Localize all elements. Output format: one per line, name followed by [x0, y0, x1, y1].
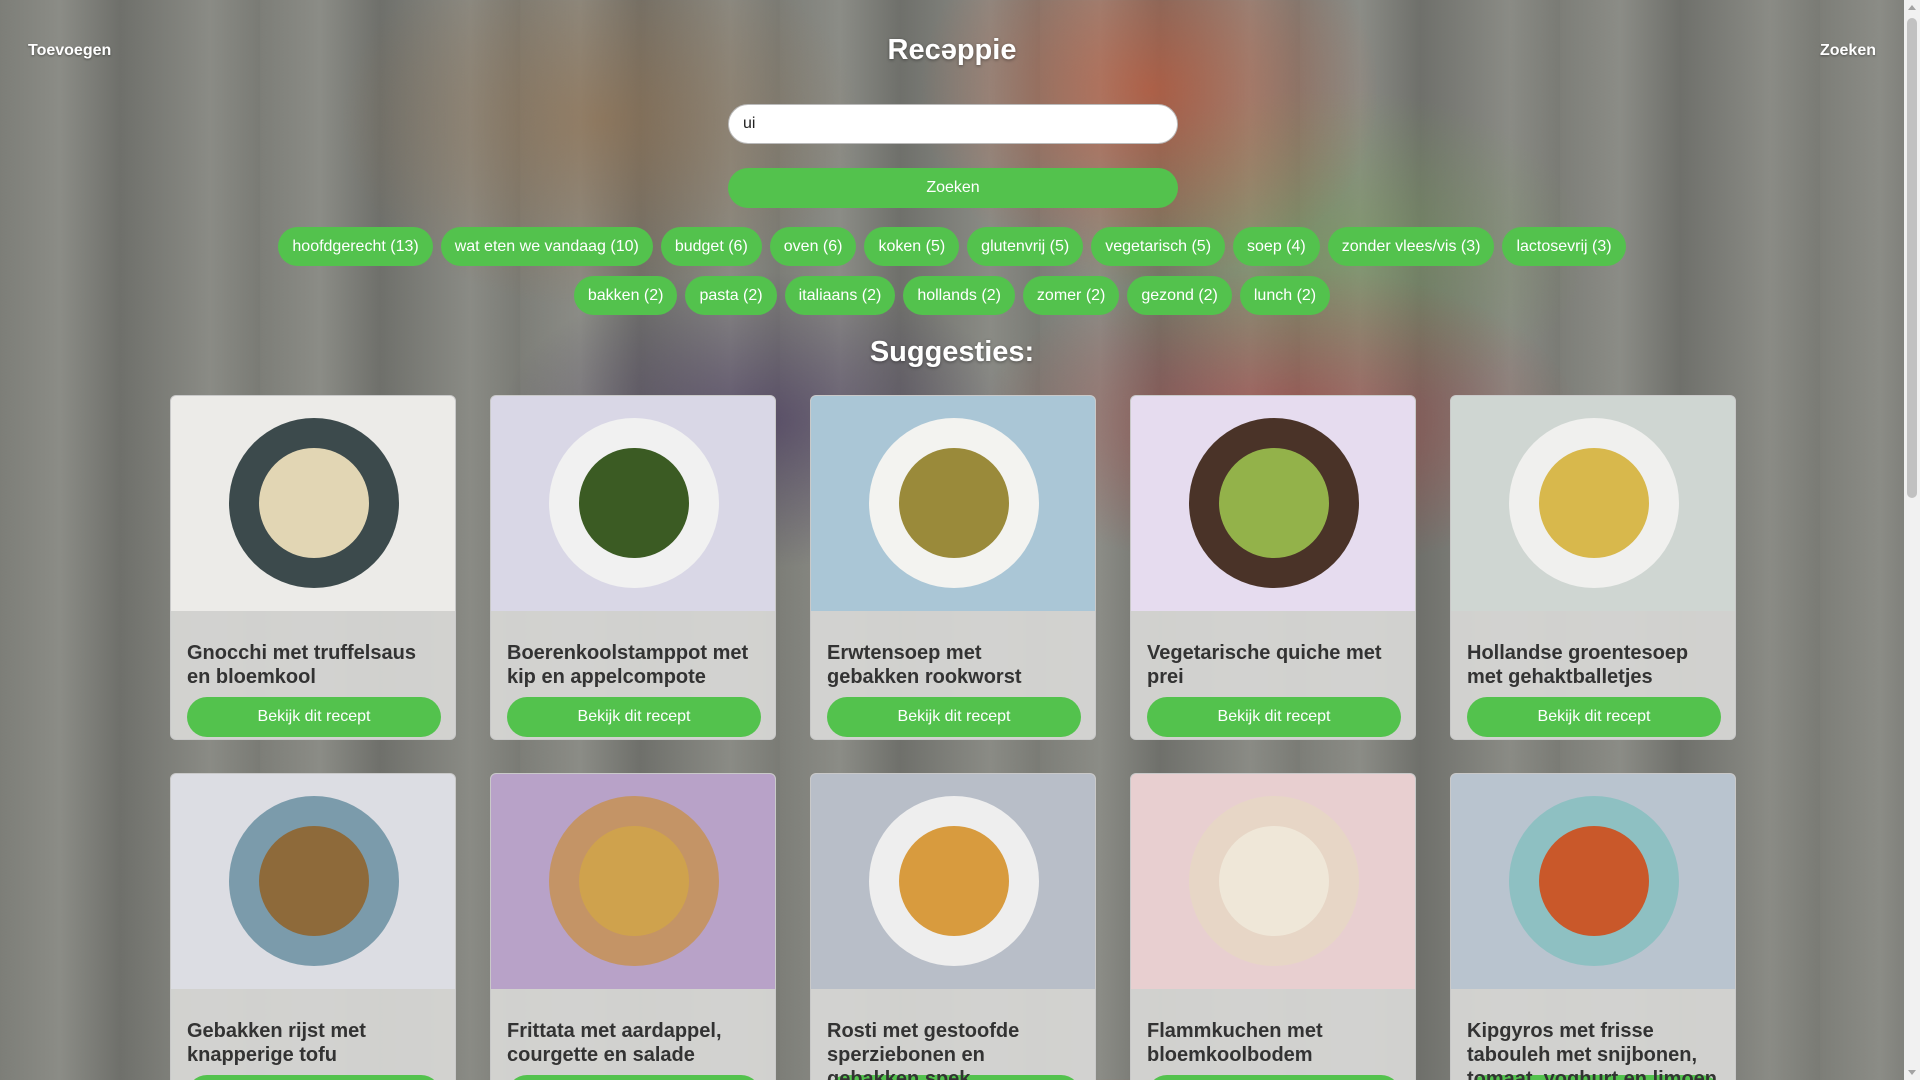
scroll-up-icon[interactable]	[1908, 5, 1916, 10]
view-recipe-button[interactable]: Bekijk dit recept	[187, 1075, 441, 1080]
food-shape	[1219, 826, 1329, 936]
tag-chip[interactable]: gezond (2)	[1127, 276, 1232, 315]
tag-chip[interactable]: zonder vlees/vis (3)	[1327, 227, 1495, 266]
tag-chip[interactable]: glutenvrij (5)	[967, 227, 1084, 266]
view-recipe-button[interactable]: Bekijk dit recept	[187, 697, 441, 737]
tag-chip[interactable]: lunch (2)	[1239, 276, 1331, 315]
recipe-card: Gnocchi met truffelsaus en bloemkool Beki…	[170, 395, 456, 740]
tag-chip[interactable]: hollands (2)	[903, 276, 1015, 315]
recipe-title: Boerenkoolstamppot met kip en appelcompo…	[507, 642, 749, 688]
recipe-image[interactable]	[1131, 396, 1415, 611]
recipe-image[interactable]	[491, 396, 775, 611]
view-recipe-button[interactable]: Bekijk dit recept	[1467, 697, 1721, 737]
recipe-title: Frittata met aardappel, courgette en sal…	[507, 1020, 722, 1066]
recipe-card: Frittata met aardappel, courgette en sal…	[490, 773, 776, 1080]
scroll-down-icon[interactable]	[1908, 1070, 1916, 1075]
recipe-card: Boerenkoolstamppot met kip en appelcompo…	[490, 395, 776, 740]
recipe-card: Flammkuchen met bloemkoolbodem Bekijk dit…	[1130, 773, 1416, 1080]
suggestions-heading: Suggesties:	[869, 336, 1035, 368]
recipe-title: Gebakken rijst met knapperige tofu	[187, 1020, 366, 1066]
tag-chip[interactable]: vegetarisch (5)	[1091, 227, 1226, 266]
tag-chip[interactable]: pasta (2)	[685, 276, 777, 315]
recipe-image[interactable]	[171, 774, 455, 989]
view-recipe-button[interactable]: Bekijk dit recept	[507, 697, 761, 737]
search-form: Zoeken	[728, 104, 1178, 208]
recipe-image[interactable]	[491, 774, 775, 989]
food-shape	[1219, 448, 1329, 558]
tag-chip[interactable]: lactosevrij (3)	[1502, 227, 1626, 266]
tag-chip[interactable]: wat eten we vandaag (10)	[440, 227, 653, 266]
recipe-title: Vegetarische quiche met prei	[1147, 642, 1382, 688]
food-shape	[1539, 826, 1649, 936]
recipe-title: Gnocchi met truffelsaus en bloemkool	[187, 642, 416, 688]
tag-chip[interactable]: budget (6)	[660, 227, 762, 266]
food-shape	[899, 448, 1009, 558]
tag-filter-row-2: bakken (2) pasta (2) italiaans (2) hollands…	[0, 276, 1904, 315]
search-input[interactable]	[728, 104, 1178, 144]
recipe-card: Erwtensoep met gebakken rookworst Bekijk …	[810, 395, 1096, 740]
view-recipe-button[interactable]: Bekijk dit recept	[1147, 697, 1401, 737]
tag-chip[interactable]: bakken (2)	[573, 276, 678, 315]
food-shape	[259, 448, 369, 558]
recipe-title: Rosti met gestoofde sperziebonen en geba…	[827, 1020, 1020, 1080]
recipe-title: Hollandse groentesoep met gehaktballetje…	[1467, 642, 1689, 688]
recipe-card: Gebakken rijst met knapperige tofu Bekijk…	[170, 773, 456, 1080]
food-shape	[259, 826, 369, 936]
site-logo[interactable]: Recəppie	[0, 34, 1904, 67]
recipe-title: Flammkuchen met bloemkoolbodem	[1147, 1020, 1323, 1066]
recipe-image[interactable]	[1131, 774, 1415, 989]
view-recipe-button[interactable]: Bekijk dit recept	[827, 697, 1081, 737]
tag-chip[interactable]: oven (6)	[769, 227, 857, 266]
view-recipe-button[interactable]: Bekijk dit recept	[507, 1075, 761, 1080]
recipe-image[interactable]	[811, 396, 1095, 611]
recipe-image[interactable]	[171, 396, 455, 611]
tag-filter-row-1: hoofdgerecht (13) wat eten we vandaag (10…	[0, 227, 1904, 266]
page-scrollbar[interactable]	[1904, 0, 1920, 1080]
recipe-card: Vegetarische quiche met prei Bekijk dit r…	[1130, 395, 1416, 740]
tag-chip[interactable]: hoofdgerecht (13)	[278, 227, 433, 266]
recipe-title: Erwtensoep met gebakken rookworst	[827, 642, 1022, 688]
recipe-card: Rosti met gestoofde sperziebonen en geba…	[810, 773, 1096, 1080]
search-button[interactable]: Zoeken	[728, 168, 1178, 208]
tag-chip[interactable]: italiaans (2)	[784, 276, 896, 315]
recipe-card: Hollandse groentesoep met gehaktballetje…	[1450, 395, 1736, 740]
recipe-image[interactable]	[811, 774, 1095, 989]
tag-chip[interactable]: soep (4)	[1233, 227, 1320, 266]
recipe-image[interactable]	[1451, 774, 1735, 989]
recipe-image[interactable]	[1451, 396, 1735, 611]
top-nav: Toevoegen Recəppie Zoeken	[0, 0, 1904, 100]
view-recipe-button[interactable]: Bekijk dit recept	[1147, 1075, 1401, 1080]
recipe-title: Kipgyros met frisse tabouleh met snijbon…	[1467, 1020, 1718, 1080]
scrollbar-thumb[interactable]	[1907, 18, 1917, 498]
food-shape	[899, 826, 1009, 936]
tag-chip[interactable]: zomer (2)	[1022, 276, 1120, 315]
recipe-card: Kipgyros met frisse tabouleh met snijbon…	[1450, 773, 1736, 1080]
tag-chip[interactable]: koken (5)	[864, 227, 960, 266]
search-link[interactable]: Zoeken	[1820, 42, 1876, 60]
food-shape	[579, 826, 689, 936]
food-shape	[579, 448, 689, 558]
food-shape	[1539, 448, 1649, 558]
